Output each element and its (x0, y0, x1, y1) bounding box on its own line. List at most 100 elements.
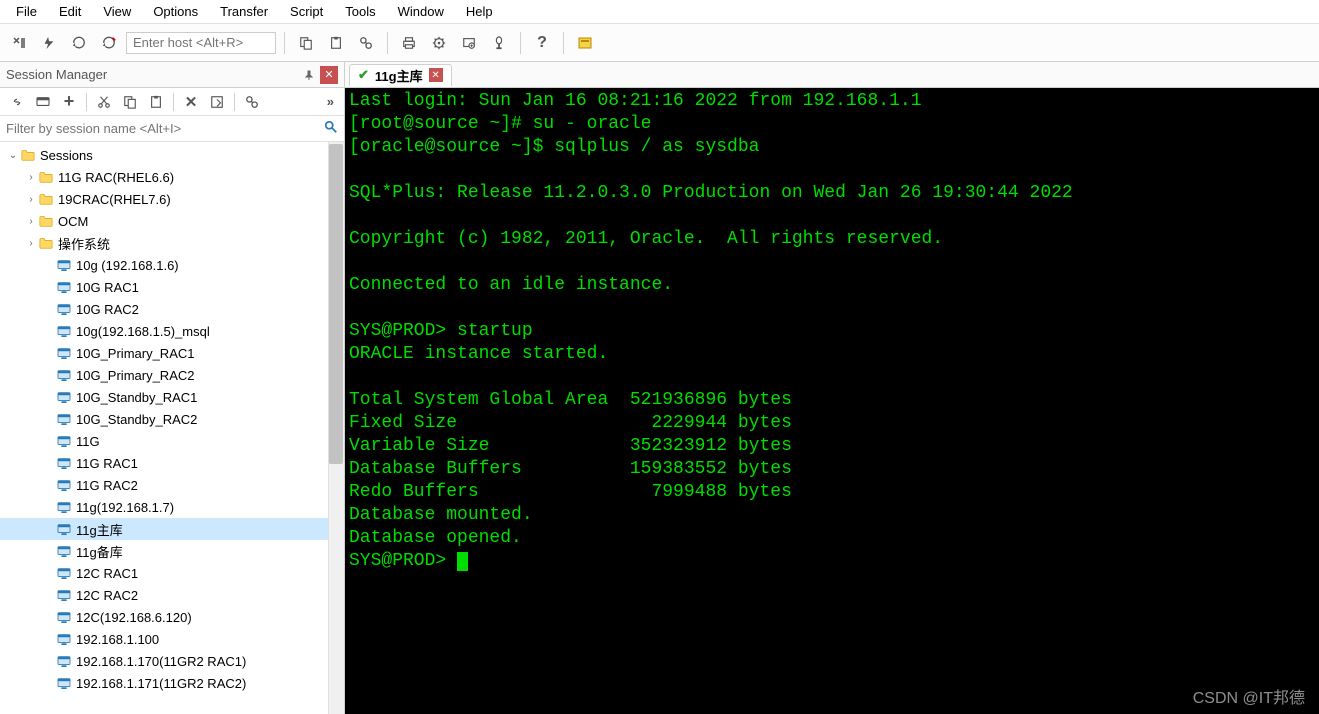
tree-label: 192.168.1.170(11GR2 RAC1) (76, 654, 246, 669)
tree-session[interactable]: 10g(192.168.1.5)_msql (0, 320, 344, 342)
sess-icon (56, 279, 72, 295)
tree-label: 10G RAC1 (76, 280, 139, 295)
scrollbar-track[interactable] (328, 142, 344, 714)
tree-folder[interactable]: ›操作系统 (0, 232, 344, 254)
tree-session[interactable]: 12C RAC2 (0, 584, 344, 606)
sess-icon (56, 653, 72, 669)
help-icon[interactable]: ? (529, 30, 555, 56)
tree-folder[interactable]: ›11G RAC(RHEL6.6) (0, 166, 344, 188)
tree-session[interactable]: 10G RAC2 (0, 298, 344, 320)
link-icon[interactable] (6, 91, 28, 113)
terminal[interactable]: Last login: Sun Jan 16 08:21:16 2022 fro… (345, 88, 1319, 714)
tree-label: 11G (76, 434, 100, 449)
menu-options[interactable]: Options (143, 2, 208, 21)
tree-session[interactable]: 11g备库 (0, 540, 344, 562)
reconnect-icon[interactable] (6, 30, 32, 56)
menubar: FileEditViewOptionsTransferScriptToolsWi… (0, 0, 1319, 24)
tree-label: 12C RAC2 (76, 588, 138, 603)
paste-icon[interactable] (323, 30, 349, 56)
paste-icon[interactable] (145, 91, 167, 113)
tree-session[interactable]: 11G (0, 430, 344, 452)
twist-icon: › (24, 238, 38, 249)
session-options-icon[interactable] (456, 30, 482, 56)
tree-session[interactable]: 10G_Standby_RAC1 (0, 386, 344, 408)
tab-active[interactable]: ✔ 11g主库 ✕ (349, 64, 452, 86)
menu-edit[interactable]: Edit (49, 2, 91, 21)
toolbar-separator (234, 93, 235, 111)
tree-session[interactable]: 11G RAC2 (0, 474, 344, 496)
tree-label: 192.168.1.100 (76, 632, 159, 647)
menu-help[interactable]: Help (456, 2, 503, 21)
new-folder-icon[interactable]: + (58, 91, 80, 113)
menu-script[interactable]: Script (280, 2, 333, 21)
find-icon[interactable] (353, 30, 379, 56)
tree-root[interactable]: ⌄Sessions (0, 144, 344, 166)
copy-icon[interactable] (293, 30, 319, 56)
tree-label: 11G RAC1 (76, 456, 138, 471)
tree-session[interactable]: 12C RAC1 (0, 562, 344, 584)
disconnect-icon[interactable] (96, 30, 122, 56)
tree-label: 10G_Primary_RAC2 (76, 368, 195, 383)
reconnect-all-icon[interactable] (66, 30, 92, 56)
cut-icon[interactable] (93, 91, 115, 113)
menu-tools[interactable]: Tools (335, 2, 385, 21)
keymap-icon[interactable] (486, 30, 512, 56)
sess-icon (56, 411, 72, 427)
search-icon[interactable] (324, 120, 338, 137)
tree-label: 11g主库 (76, 520, 123, 539)
tree-label: 10G_Standby_RAC2 (76, 412, 197, 427)
tree-session[interactable]: 10g (192.168.1.6) (0, 254, 344, 276)
tree-folder[interactable]: ›OCM (0, 210, 344, 232)
activator-icon[interactable] (572, 30, 598, 56)
sess-icon (56, 631, 72, 647)
copy-icon[interactable] (119, 91, 141, 113)
toolbar-separator (86, 93, 87, 111)
tree-session[interactable]: 10G_Primary_RAC1 (0, 342, 344, 364)
menu-file[interactable]: File (6, 2, 47, 21)
tree-label: 192.168.1.171(11GR2 RAC2) (76, 676, 246, 691)
sess-icon (56, 675, 72, 691)
delete-icon[interactable]: ✕ (180, 91, 202, 113)
tree-folder[interactable]: ›19CRAC(RHEL7.6) (0, 188, 344, 210)
tree-label: Sessions (40, 148, 93, 163)
properties-icon[interactable] (206, 91, 228, 113)
sess-icon (56, 301, 72, 317)
tree-session[interactable]: 11g(192.168.1.7) (0, 496, 344, 518)
tab-close-icon[interactable]: ✕ (429, 68, 443, 82)
tree-session[interactable]: 192.168.1.171(11GR2 RAC2) (0, 672, 344, 694)
tree-session[interactable]: 11g主库 (0, 518, 344, 540)
new-session-icon[interactable] (32, 91, 54, 113)
host-input[interactable] (126, 32, 276, 54)
tree-session[interactable]: 10G RAC1 (0, 276, 344, 298)
toolbar-separator (520, 32, 521, 54)
tree-session[interactable]: 11G RAC1 (0, 452, 344, 474)
tree-label: 11G RAC2 (76, 478, 138, 493)
tab-status-icon: ✔ (358, 67, 369, 83)
close-panel-icon[interactable]: ✕ (320, 66, 338, 84)
tree-session[interactable]: 12C(192.168.6.120) (0, 606, 344, 628)
menu-view[interactable]: View (93, 2, 141, 21)
tree-session[interactable]: 10G_Standby_RAC2 (0, 408, 344, 430)
sess-icon (56, 367, 72, 383)
filter-input[interactable] (6, 119, 324, 139)
menu-transfer[interactable]: Transfer (210, 2, 278, 21)
pin-icon[interactable] (300, 66, 318, 84)
panel-toolbar: + ✕ » (0, 88, 344, 116)
options-icon[interactable] (426, 30, 452, 56)
main-area: Session Manager ✕ + ✕ » ⌄Sessio (0, 62, 1319, 714)
sess-icon (56, 587, 72, 603)
menu-window[interactable]: Window (388, 2, 454, 21)
quick-connect-icon[interactable] (36, 30, 62, 56)
sess-icon (56, 455, 72, 471)
toolbar-separator (284, 32, 285, 54)
tree-session[interactable]: 192.168.1.100 (0, 628, 344, 650)
tab-label: 11g主库 (375, 66, 423, 85)
sess-icon (56, 257, 72, 273)
tree-label: 10g(192.168.1.5)_msql (76, 324, 210, 339)
print-icon[interactable] (396, 30, 422, 56)
scrollbar-thumb[interactable] (329, 144, 343, 464)
more-icon[interactable]: » (323, 94, 338, 109)
tree-session[interactable]: 192.168.1.170(11GR2 RAC1) (0, 650, 344, 672)
find-session-icon[interactable] (241, 91, 263, 113)
tree-session[interactable]: 10G_Primary_RAC2 (0, 364, 344, 386)
